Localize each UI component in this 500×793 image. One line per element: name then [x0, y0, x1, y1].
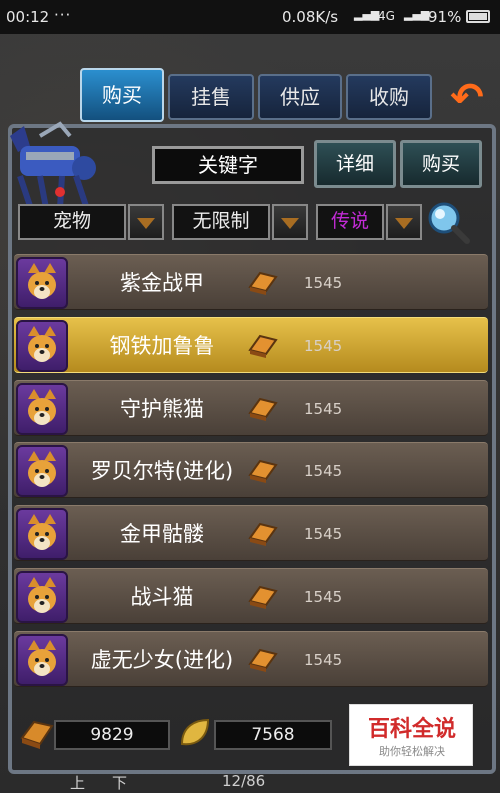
item-price: 1545 [304, 400, 343, 418]
level-filter[interactable]: 无限制 [172, 204, 270, 240]
rarity-dropdown-icon[interactable] [386, 204, 422, 240]
signal-icon-2: ▂▄▆ [404, 8, 430, 21]
tab-buy[interactable]: 购买 [80, 68, 164, 122]
gold-ingot-icon [248, 271, 278, 295]
dog-avatar-icon [16, 257, 68, 309]
item-row[interactable]: 守护熊猫 1545 [14, 380, 488, 436]
back-arrow-icon[interactable]: ↶ [444, 78, 490, 118]
dog-avatar-icon [16, 383, 68, 435]
pagination-bar: 上 下 12/86 [0, 772, 500, 792]
status-network: 4G [378, 9, 395, 23]
category-filter[interactable]: 宠物 [18, 204, 126, 240]
item-price: 1545 [304, 651, 343, 669]
item-name: 虚无少女(进化) [90, 648, 234, 672]
item-price: 1545 [304, 337, 343, 355]
detail-button[interactable]: 详细 [314, 140, 396, 188]
watermark-subtitle: 助你轻松解决 [379, 745, 445, 758]
tab-acquire[interactable]: 收购 [346, 74, 432, 120]
item-row[interactable]: 金甲骷髅 1545 [14, 505, 488, 561]
item-name: 守护熊猫 [120, 397, 204, 421]
keyword-input[interactable]: 关键字 [152, 146, 304, 184]
watermark-title: 百科全说 [367, 717, 456, 742]
tab-supply[interactable]: 供应 [258, 74, 342, 120]
battery-icon [466, 10, 490, 23]
dog-avatar-icon [16, 508, 68, 560]
item-name: 紫金战甲 [120, 271, 204, 295]
page-indicator: 12/86 [222, 772, 266, 790]
item-price: 1545 [304, 525, 343, 543]
tab-sell[interactable]: 挂售 [168, 74, 254, 120]
item-row[interactable]: 紫金战甲 1545 [14, 254, 488, 310]
gold-ingot-icon [248, 522, 278, 546]
dog-avatar-icon [16, 320, 68, 372]
watermark: 百科全说 助你轻松解决 [349, 704, 473, 766]
category-dropdown-icon[interactable] [128, 204, 164, 240]
item-name: 战斗猫 [130, 585, 194, 609]
item-row[interactable]: 罗贝尔特(进化) 1545 [14, 442, 488, 498]
gold-ingot-icon [248, 459, 278, 483]
item-row[interactable]: 钢铁加鲁鲁 1545 [14, 317, 488, 373]
gold-ingot-icon [248, 648, 278, 672]
leaf-icon [180, 718, 210, 746]
gold-ingot-icon [248, 397, 278, 421]
status-time: 00:12 [6, 8, 50, 26]
item-name: 罗贝尔特(进化) [90, 459, 234, 483]
item-name: 金甲骷髅 [120, 522, 204, 546]
item-price: 1545 [304, 274, 343, 292]
gold-ingot-icon [248, 585, 278, 609]
rarity-filter[interactable]: 传说 [316, 204, 384, 240]
dog-avatar-icon [16, 571, 68, 623]
dog-avatar-icon [16, 634, 68, 686]
gold-amount: 9829 [54, 720, 170, 750]
item-row[interactable]: 虚无少女(进化) 1545 [14, 631, 488, 687]
status-dots: ··· [54, 6, 72, 24]
item-price: 1545 [304, 588, 343, 606]
item-price: 1545 [304, 462, 343, 480]
gold-ingot-icon [248, 334, 278, 358]
search-icon[interactable] [426, 200, 470, 244]
dog-avatar-icon [16, 445, 68, 497]
gold-ingot-icon [20, 720, 54, 749]
status-speed: 0.08K/s [282, 8, 339, 26]
item-name: 钢铁加鲁鲁 [109, 334, 215, 358]
item-row[interactable]: 战斗猫 1545 [14, 568, 488, 624]
signal-icon: ▂▄▆ [354, 8, 380, 21]
level-dropdown-icon[interactable] [272, 204, 308, 240]
status-bar: 00:12 ··· 0.08K/s ▂▄▆ 4G ▂▄▆ 91% [0, 0, 500, 34]
buy-button[interactable]: 购买 [400, 140, 482, 188]
status-battery-percent: 91% [428, 8, 462, 26]
leaf-amount: 7568 [214, 720, 332, 750]
